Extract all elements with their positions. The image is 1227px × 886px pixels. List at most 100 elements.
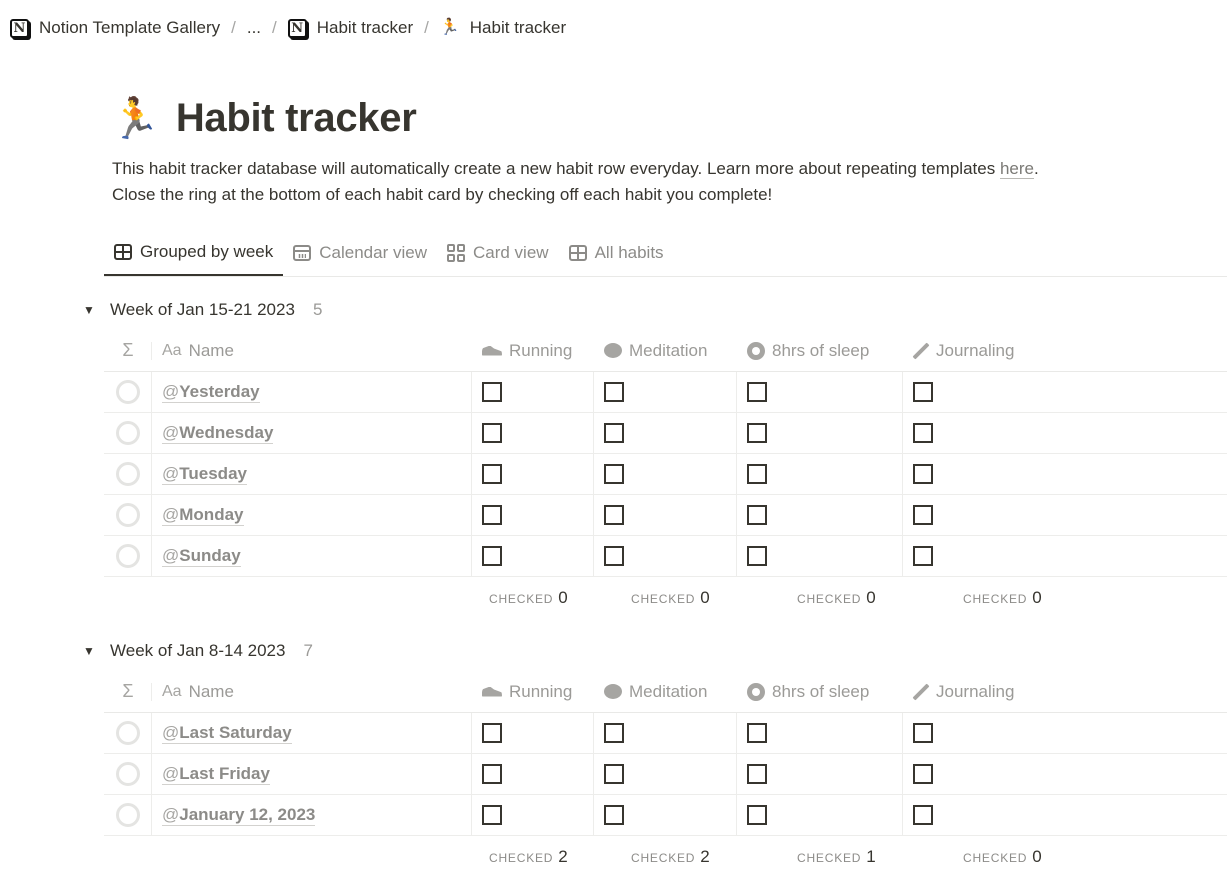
- breadcrumb-item-habit-tracker-current[interactable]: 🏃 Habit tracker: [440, 18, 566, 38]
- column-header-journaling[interactable]: Journaling: [903, 671, 1227, 712]
- group-title[interactable]: Week of Jan 8-14 2023: [110, 641, 285, 661]
- collapse-toggle-icon[interactable]: ▼: [80, 303, 98, 317]
- sleep-checkbox[interactable]: [747, 505, 767, 525]
- running-checkbox[interactable]: [482, 723, 502, 743]
- sleep-cell: [737, 454, 903, 494]
- name-cell[interactable]: @Last Friday: [152, 754, 472, 794]
- running-checkbox[interactable]: [482, 382, 502, 402]
- date-mention-link[interactable]: @Last Saturday: [162, 723, 292, 744]
- journaling-checkbox[interactable]: [913, 723, 933, 743]
- journaling-checkbox[interactable]: [913, 764, 933, 784]
- sleep-checkbox[interactable]: [747, 723, 767, 743]
- text-property-icon: Aa: [162, 341, 182, 359]
- column-header-sleep[interactable]: 8hrs of sleep: [737, 330, 903, 371]
- breadcrumb-item-habit-tracker-parent[interactable]: N Habit tracker: [287, 18, 413, 38]
- breadcrumb-item-ellipsis[interactable]: ...: [247, 18, 261, 38]
- calculate-column-header[interactable]: Σ: [104, 330, 152, 371]
- tab-calendar-view[interactable]: Calendar view: [283, 232, 437, 276]
- running-calc[interactable]: CHECKED 2: [452, 836, 594, 878]
- column-header-running[interactable]: Running: [472, 671, 594, 712]
- journaling-checkbox[interactable]: [913, 382, 933, 402]
- date-mention-link[interactable]: @Tuesday: [162, 464, 247, 485]
- name-cell[interactable]: @Tuesday: [152, 454, 472, 494]
- name-cell[interactable]: @Monday: [152, 495, 472, 535]
- date-mention-link[interactable]: @Wednesday: [162, 423, 274, 444]
- footer-spacer: [152, 836, 472, 878]
- column-header-name[interactable]: Aa Name: [152, 671, 472, 712]
- table-row: @Yesterday: [104, 372, 1227, 413]
- description-line-1: This habit tracker database will automat…: [112, 156, 1112, 182]
- running-checkbox[interactable]: [482, 764, 502, 784]
- tab-all-habits[interactable]: All habits: [559, 232, 674, 276]
- column-header-sleep[interactable]: 8hrs of sleep: [737, 671, 903, 712]
- journaling-checkbox[interactable]: [913, 464, 933, 484]
- group-title[interactable]: Week of Jan 15-21 2023: [110, 300, 295, 320]
- tab-grouped-by-week[interactable]: Grouped by week: [104, 232, 284, 276]
- running-checkbox[interactable]: [482, 464, 502, 484]
- running-checkbox[interactable]: [482, 805, 502, 825]
- meditation-checkbox[interactable]: [604, 546, 624, 566]
- column-header-journaling[interactable]: Journaling: [903, 330, 1227, 371]
- name-cell[interactable]: @Wednesday: [152, 413, 472, 453]
- column-header-running[interactable]: Running: [472, 330, 594, 371]
- footer-spacer: [104, 836, 152, 878]
- page-title-text[interactable]: Habit tracker: [176, 96, 417, 141]
- name-cell[interactable]: @Yesterday: [152, 372, 472, 412]
- journaling-calc[interactable]: CHECKED 0: [903, 836, 1227, 878]
- date-mention-link[interactable]: @Sunday: [162, 546, 241, 567]
- sleep-calc[interactable]: CHECKED 0: [737, 577, 903, 619]
- meditation-checkbox[interactable]: [604, 464, 624, 484]
- running-calc[interactable]: CHECKED 0: [452, 577, 594, 619]
- journaling-checkbox[interactable]: [913, 505, 933, 525]
- description-text: This habit tracker database will automat…: [112, 159, 1000, 178]
- sleep-checkbox[interactable]: [747, 382, 767, 402]
- group-count: 5: [312, 300, 323, 319]
- journaling-checkbox[interactable]: [913, 546, 933, 566]
- collapse-toggle-icon[interactable]: ▼: [80, 644, 98, 658]
- sleep-checkbox[interactable]: [747, 805, 767, 825]
- sleep-calc[interactable]: CHECKED 1: [737, 836, 903, 878]
- meditation-calc[interactable]: CHECKED 2: [594, 836, 737, 878]
- meditation-checkbox[interactable]: [604, 805, 624, 825]
- column-header-meditation[interactable]: Meditation: [594, 330, 737, 371]
- column-label: Meditation: [629, 681, 708, 701]
- sleep-cell: [737, 713, 903, 753]
- running-cell: [472, 495, 594, 535]
- runner-emoji-icon: 🏃: [439, 19, 460, 36]
- sleep-checkbox[interactable]: [747, 464, 767, 484]
- meditation-checkbox[interactable]: [604, 505, 624, 525]
- sleep-checkbox[interactable]: [747, 423, 767, 443]
- journaling-cell: [903, 713, 1227, 753]
- running-checkbox[interactable]: [482, 423, 502, 443]
- meditation-checkbox[interactable]: [604, 723, 624, 743]
- repeating-templates-link[interactable]: here: [999, 159, 1034, 179]
- meditation-checkbox[interactable]: [604, 382, 624, 402]
- table-row: @Wednesday: [104, 413, 1227, 454]
- name-cell[interactable]: @January 12, 2023: [152, 795, 472, 835]
- journaling-checkbox[interactable]: [913, 423, 933, 443]
- meditation-calc[interactable]: CHECKED 0: [594, 577, 737, 619]
- column-header-meditation[interactable]: Meditation: [594, 671, 737, 712]
- meditation-checkbox[interactable]: [604, 764, 624, 784]
- date-mention-link[interactable]: @Yesterday: [162, 382, 260, 403]
- sleep-checkbox[interactable]: [747, 546, 767, 566]
- name-cell[interactable]: @Last Saturday: [152, 713, 472, 753]
- date-mention-link[interactable]: @Monday: [162, 505, 244, 526]
- tab-card-view[interactable]: Card view: [437, 232, 559, 276]
- sleep-checkbox[interactable]: [747, 764, 767, 784]
- journaling-calc[interactable]: CHECKED 0: [903, 577, 1227, 619]
- calc-label: CHECKED: [489, 851, 554, 865]
- breadcrumb-separator: /: [231, 18, 236, 37]
- running-checkbox[interactable]: [482, 546, 502, 566]
- runner-emoji-icon[interactable]: 🏃: [110, 99, 160, 139]
- running-checkbox[interactable]: [482, 505, 502, 525]
- calculate-column-header[interactable]: Σ: [104, 671, 152, 712]
- breadcrumb-item-template-gallery[interactable]: N Notion Template Gallery: [10, 18, 220, 38]
- column-header-name[interactable]: Aa Name: [152, 330, 472, 371]
- date-mention-link[interactable]: @Last Friday: [162, 764, 270, 785]
- column-label: Running: [509, 681, 573, 701]
- date-mention-link[interactable]: @January 12, 2023: [162, 805, 316, 826]
- journaling-checkbox[interactable]: [913, 805, 933, 825]
- name-cell[interactable]: @Sunday: [152, 536, 472, 576]
- meditation-checkbox[interactable]: [604, 423, 624, 443]
